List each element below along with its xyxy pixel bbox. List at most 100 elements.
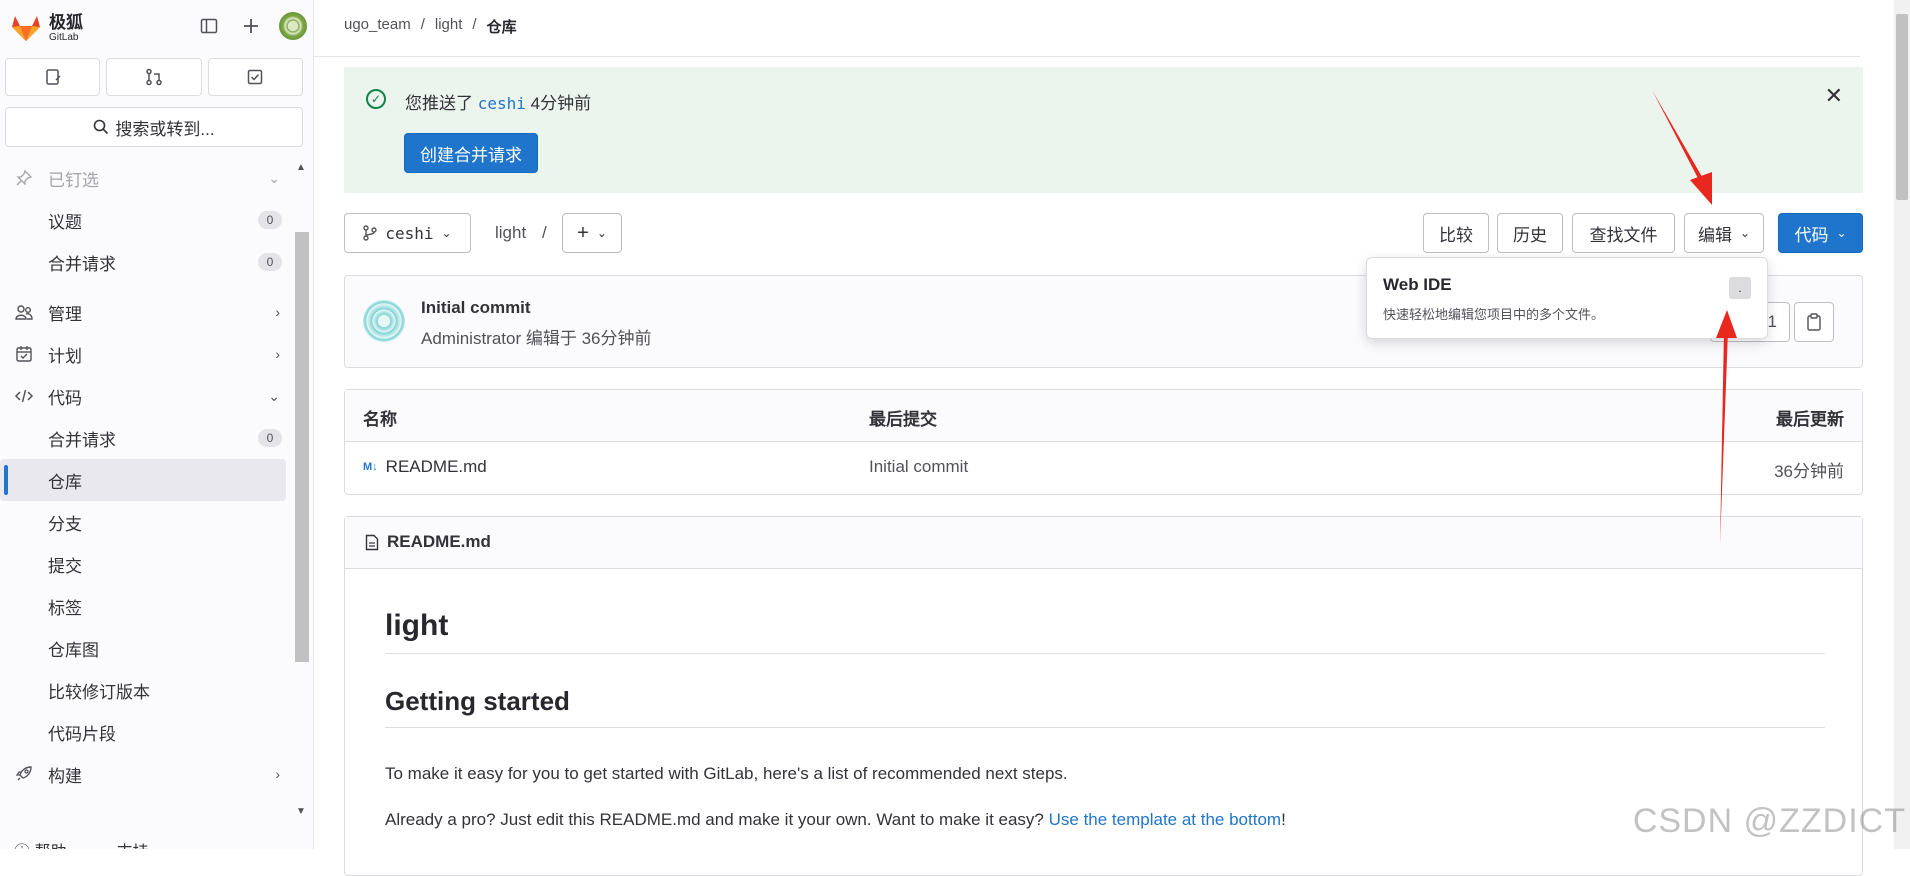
code-dropdown[interactable]: 代码 ⌄ [1778, 213, 1863, 253]
chevron-down-icon: ⌄ [597, 226, 607, 240]
readme-paragraph-2: Already a pro? Just edit this README.md … [385, 810, 1286, 830]
sidebar-item-manage[interactable]: 管理 › [0, 291, 294, 333]
sidebar-item-label: 计划 [48, 342, 82, 367]
scroll-down-arrow-icon[interactable]: ▼ [296, 806, 306, 817]
file-name-cell[interactable]: M↓ README.md [363, 457, 487, 477]
pinned-label: 已钉选 [48, 166, 99, 191]
branch-selector[interactable]: ceshi ⌄ [344, 213, 471, 253]
chevron-down-icon: ⌄ [1740, 226, 1750, 240]
header-divider [314, 56, 1860, 57]
sidebar-scrollbar-thumb[interactable] [295, 232, 309, 662]
breadcrumb-group-link[interactable]: ugo_team [344, 16, 411, 37]
sidebar-item-tags[interactable]: 标签 [0, 585, 294, 627]
sidebar-item-commits[interactable]: 提交 [0, 543, 294, 585]
alert-prefix: 您推送了 [405, 94, 473, 113]
sidebar-item-issues[interactable]: 议题 0 [0, 199, 294, 241]
sidebar-item-label: 合并请求 [48, 426, 116, 451]
sidebar-item-merge-requests-pinned[interactable]: 合并请求 0 [0, 241, 294, 283]
help-label: 帮助 [34, 844, 66, 849]
table-row[interactable]: M↓ README.md Initial commit 36分钟前 [345, 442, 1862, 494]
pin-icon [14, 168, 34, 188]
chevron-down-icon: ⌄ [268, 388, 280, 405]
scroll-up-arrow-icon[interactable]: ▲ [296, 162, 306, 173]
column-last-commit: 最后提交 [869, 405, 937, 430]
readme-paragraph-2-text: Already a pro? Just edit this README.md … [385, 810, 1044, 829]
file-table-header: 名称 最后提交 最后更新 [345, 390, 1862, 442]
merge-requests-button[interactable] [106, 58, 201, 96]
sidebar-quick-buttons [5, 58, 303, 96]
sidebar-item-branches[interactable]: 分支 [0, 501, 294, 543]
chevron-down-icon: ⌄ [442, 226, 452, 240]
breadcrumb-separator: / [472, 16, 476, 37]
page-scrollbar-thumb[interactable] [1896, 14, 1908, 200]
issues-icon [44, 68, 62, 86]
brand-name-en: GitLab [49, 33, 83, 43]
chevron-right-icon: › [275, 766, 280, 782]
sidebar-item-label: 管理 [48, 300, 82, 325]
sidebar-item-build[interactable]: 构建 › [0, 753, 294, 795]
file-table: 名称 最后提交 最后更新 M↓ README.md Initial commit… [344, 389, 1863, 495]
breadcrumb-current[interactable]: 仓库 [487, 16, 517, 37]
sidebar-top-icons [195, 12, 307, 40]
file-commit-message[interactable]: Initial commit [869, 457, 968, 477]
sidebar-item-snippets[interactable]: 代码片段 [0, 711, 294, 753]
web-ide-popover[interactable]: Web IDE 快速轻松地编辑您项目中的多个文件。 . [1366, 257, 1768, 339]
column-name: 名称 [363, 405, 397, 430]
readme-paragraph-1: To make it easy for you to get started w… [385, 764, 1068, 784]
commit-title-link[interactable]: Initial commit [421, 298, 531, 318]
todo-check-icon [246, 68, 264, 86]
sidebar-item-code[interactable]: 代码 ⌄ [0, 375, 294, 417]
push-alert-message: 您推送了 ceshi 4分钟前 [405, 89, 591, 114]
sidebar-item-compare-revisions[interactable]: 比较修订版本 [0, 669, 294, 711]
push-alert: ✓ 您推送了 ceshi 4分钟前 创建合并请求 ✕ [344, 67, 1863, 193]
branch-icon [363, 225, 377, 241]
edit-label: 编辑 [1698, 221, 1732, 246]
find-file-button[interactable]: 查找文件 [1572, 213, 1675, 253]
readme-heading-1: light [385, 609, 1825, 654]
sidebar-item-label: 比较修订版本 [48, 678, 150, 703]
create-merge-request-button[interactable]: 创建合并请求 [404, 133, 538, 173]
support-link[interactable]: ● 支持 [102, 838, 148, 849]
alert-branch-name: ceshi [478, 94, 526, 113]
template-link[interactable]: Use the template at the bottom [1049, 810, 1281, 829]
history-button[interactable]: 历史 [1497, 213, 1563, 253]
markdown-file-icon: M↓ [363, 461, 378, 473]
search-icon [93, 119, 109, 135]
sidebar-item-label: 构建 [48, 762, 82, 787]
edit-dropdown[interactable]: 编辑 ⌄ [1684, 213, 1764, 253]
commit-author-avatar[interactable] [363, 300, 405, 342]
user-avatar[interactable] [279, 12, 307, 40]
create-new-icon[interactable] [237, 12, 265, 40]
compare-button[interactable]: 比较 [1423, 213, 1489, 253]
clipboard-icon [1806, 313, 1822, 331]
sidebar-item-label: 仓库图 [48, 636, 99, 661]
main-content: ugo_team / light / 仓库 ✓ 您推送了 ceshi 4分钟前 … [314, 0, 1910, 849]
gitlab-fox-logo-icon [10, 14, 42, 42]
merge-request-icon [145, 68, 163, 86]
repo-path[interactable]: light [495, 223, 526, 243]
add-file-dropdown[interactable]: + ⌄ [562, 213, 622, 253]
readme-title[interactable]: README.md [365, 532, 491, 552]
close-icon[interactable]: ✕ [1825, 83, 1843, 109]
sidebar-item-merge-requests[interactable]: 合并请求 0 [0, 417, 294, 459]
brand-text: 极狐 GitLab [49, 14, 83, 43]
breadcrumb-project-link[interactable]: light [435, 16, 463, 37]
commit-author[interactable]: Administrator [421, 329, 521, 348]
commit-meta: Administrator 编辑于 36分钟前 [421, 324, 652, 349]
sidebar-item-plan[interactable]: 计划 › [0, 333, 294, 375]
file-icon [365, 534, 379, 551]
sidebar-pinned-header[interactable]: 已钉选 ⌄ [0, 157, 294, 199]
sidebar-item-label: 标签 [48, 594, 82, 619]
sidebar-item-repository[interactable]: 仓库 [0, 459, 286, 501]
copy-sha-button[interactable] [1794, 302, 1834, 342]
keyboard-shortcut-badge: . [1729, 277, 1751, 299]
search-button[interactable]: 搜索或转到... [5, 107, 303, 147]
sidebar-footer: ⓘ 帮助 ● 支持 [14, 838, 149, 849]
count-badge: 0 [258, 253, 282, 271]
help-link[interactable]: ⓘ 帮助 [14, 838, 66, 849]
todos-button[interactable] [208, 58, 303, 96]
chevron-down-icon: ⌄ [268, 170, 280, 187]
sidebar-toggle-icon[interactable] [195, 12, 223, 40]
issues-button[interactable] [5, 58, 100, 96]
sidebar-item-repository-graph[interactable]: 仓库图 [0, 627, 294, 669]
